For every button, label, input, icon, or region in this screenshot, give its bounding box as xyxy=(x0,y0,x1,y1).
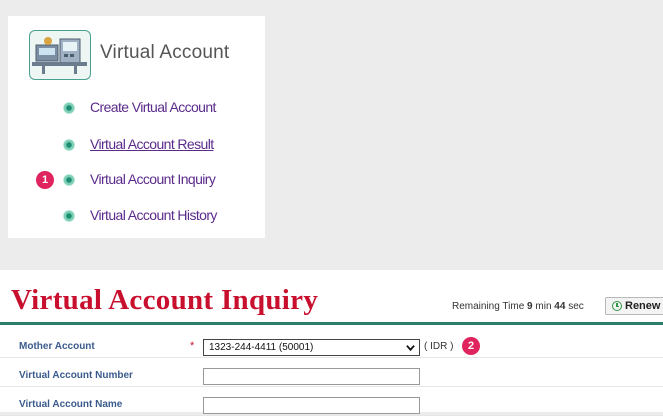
title-divider xyxy=(0,322,663,325)
timer-min-label: min xyxy=(535,301,552,312)
menu-item-label: Virtual Account Inquiry xyxy=(90,171,216,187)
menu-item-virtual-account-inquiry[interactable]: 1 Virtual Account Inquiry xyxy=(8,170,265,190)
va-number-row: Virtual Account Number xyxy=(0,365,663,387)
menu-item-virtual-account-result[interactable]: Virtual Account Result xyxy=(8,135,265,155)
bullet-icon xyxy=(63,174,75,186)
bullet-icon xyxy=(63,102,75,114)
required-mark: * xyxy=(190,340,195,352)
page-title: Virtual Account Inquiry xyxy=(11,284,319,316)
menu-item-virtual-account-history[interactable]: Virtual Account History xyxy=(8,206,265,226)
menu-item-label: Virtual Account Result xyxy=(90,136,214,152)
bullet-icon xyxy=(63,210,75,222)
va-name-label: Virtual Account Name xyxy=(19,399,123,410)
timer-minutes: 9 xyxy=(527,301,533,312)
menu-item-label: Virtual Account History xyxy=(90,207,217,223)
mother-account-row: Mother Account * 1323-244-4411 (50001) (… xyxy=(0,336,663,358)
renew-button[interactable]: Renew xyxy=(605,297,663,315)
menu-item-label: Create Virtual Account xyxy=(90,99,216,115)
timer-prefix: Remaining Time xyxy=(452,301,525,312)
menu-title: Virtual Account xyxy=(100,42,230,63)
va-name-row: Virtual Account Name xyxy=(0,394,663,416)
va-name-input[interactable] xyxy=(203,397,420,414)
chevron-down-icon xyxy=(406,345,415,352)
menu-item-create-virtual-account[interactable]: Create Virtual Account xyxy=(8,98,265,118)
currency-label: ( IDR ) xyxy=(424,341,454,352)
step-badge: 1 xyxy=(36,171,54,189)
atm-machine-icon xyxy=(32,37,87,74)
timer-sec-label: sec xyxy=(568,301,584,312)
va-number-label: Virtual Account Number xyxy=(19,370,133,381)
mother-account-label: Mother Account xyxy=(19,341,95,352)
timer-seconds: 44 xyxy=(554,301,566,312)
step-badge: 2 xyxy=(462,337,480,355)
clock-icon xyxy=(612,301,622,311)
virtual-account-icon xyxy=(29,30,91,80)
mother-account-value: 1323-244-4411 (50001) xyxy=(209,342,314,353)
virtual-account-menu: Virtual Account Create Virtual Account V… xyxy=(8,16,265,238)
inquiry-panel: Virtual Account Inquiry Remaining Time 9… xyxy=(0,270,663,416)
session-timer: Remaining Time 9 min 44 sec xyxy=(452,301,584,312)
va-number-input[interactable] xyxy=(203,368,420,385)
bullet-icon xyxy=(63,139,75,151)
mother-account-select[interactable]: 1323-244-4411 (50001) xyxy=(203,339,420,356)
renew-label: Renew xyxy=(625,300,661,312)
